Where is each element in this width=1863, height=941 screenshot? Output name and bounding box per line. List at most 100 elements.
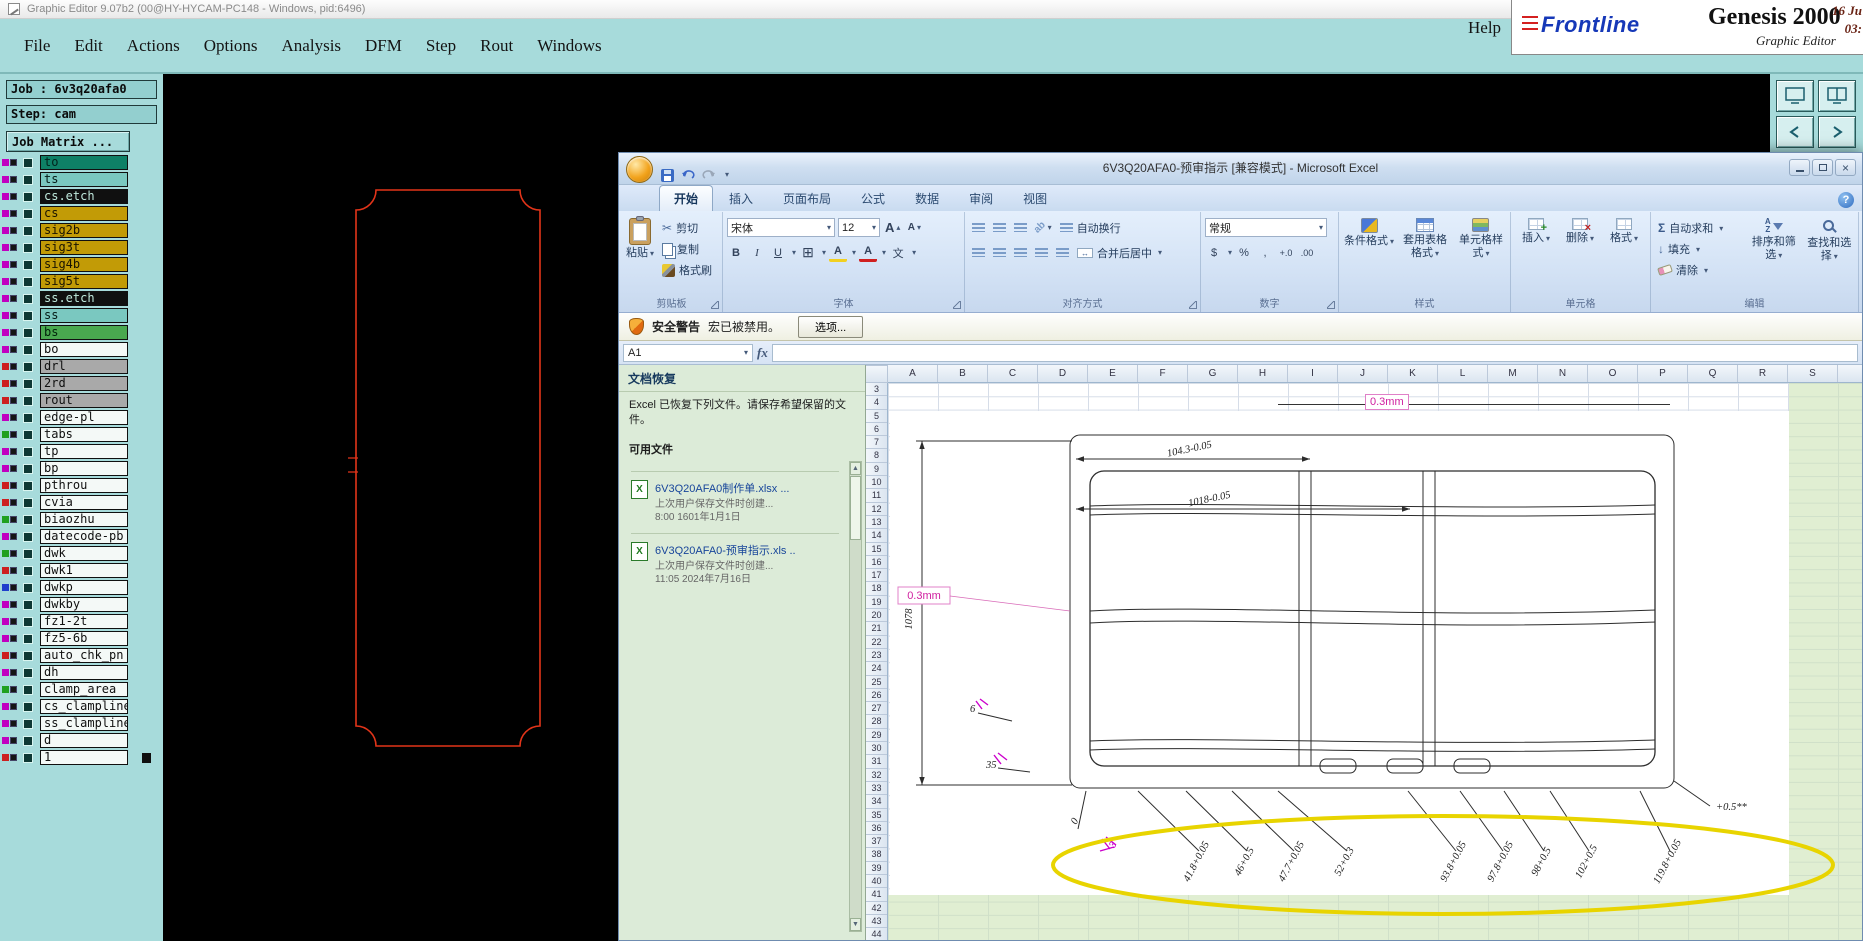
layer-row[interactable]: ss_clampline: [0, 715, 163, 732]
menu-item[interactable]: Actions: [127, 36, 180, 56]
undo-icon[interactable]: [681, 169, 695, 181]
currency-format-button[interactable]: $: [1205, 243, 1223, 262]
row-header[interactable]: 29: [866, 729, 887, 743]
select-all-corner[interactable]: [866, 365, 888, 383]
layer-row[interactable]: fz5-6b: [0, 630, 163, 647]
layer-name[interactable]: cs.etch: [40, 189, 128, 204]
layer-visibility-checkbox[interactable]: [23, 582, 33, 593]
menu-item[interactable]: Edit: [74, 36, 102, 56]
layer-row[interactable]: cs.etch: [0, 188, 163, 205]
layer-visibility-checkbox[interactable]: [23, 684, 33, 695]
cell-styles-button[interactable]: 单元格样式 ▾: [1455, 215, 1507, 296]
layer-visibility-checkbox[interactable]: [23, 259, 33, 270]
cut-button[interactable]: ✂ 剪切: [659, 219, 715, 237]
orientation-button[interactable]: ab ▾: [1032, 218, 1054, 237]
layer-name[interactable]: tabs: [40, 427, 128, 442]
layer-visibility-checkbox[interactable]: [23, 378, 33, 389]
grow-font-button[interactable]: A ▴: [883, 218, 902, 237]
clear-button[interactable]: 清除 ▾: [1655, 261, 1744, 279]
layer-visibility-checkbox[interactable]: [23, 735, 33, 746]
row-header[interactable]: 20: [866, 609, 887, 623]
align-center-button[interactable]: [990, 243, 1008, 262]
layer-visibility-checkbox[interactable]: [23, 514, 33, 525]
layer-name[interactable]: d: [40, 733, 128, 748]
layer-row[interactable]: to: [0, 154, 163, 171]
row-header[interactable]: 22: [866, 636, 887, 649]
layer-row[interactable]: dwkp: [0, 579, 163, 596]
column-header[interactable]: C: [988, 365, 1038, 382]
layer-visibility-checkbox[interactable]: [23, 565, 33, 576]
layer-name[interactable]: dwk1: [40, 563, 128, 578]
bold-button[interactable]: B: [727, 243, 745, 262]
job-matrix-button[interactable]: Job Matrix ...: [6, 131, 130, 152]
row-header[interactable]: 35: [866, 809, 887, 822]
layer-name[interactable]: fz5-6b: [40, 631, 128, 646]
font-size-select[interactable]: 12 ▾: [838, 218, 880, 237]
row-header[interactable]: 18: [866, 582, 887, 596]
layer-row[interactable]: d: [0, 732, 163, 749]
layer-row[interactable]: drl: [0, 358, 163, 375]
comma-format-button[interactable]: ,: [1256, 243, 1274, 262]
row-header[interactable]: 43: [866, 915, 887, 929]
layer-name[interactable]: sig2b: [40, 223, 128, 238]
column-header[interactable]: F: [1138, 365, 1188, 382]
align-bottom-button[interactable]: [1011, 218, 1029, 237]
layer-name[interactable]: ts: [40, 172, 128, 187]
number-format-select[interactable]: 常规 ▾: [1205, 218, 1327, 237]
row-header[interactable]: 12: [866, 503, 887, 516]
insert-cells-button[interactable]: 插入▾: [1515, 215, 1557, 296]
row-header[interactable]: 5: [866, 410, 887, 423]
column-header[interactable]: P: [1638, 365, 1688, 382]
row-header[interactable]: 13: [866, 516, 887, 530]
font-family-select[interactable]: 宋体 ▾: [727, 218, 835, 237]
column-header[interactable]: L: [1438, 365, 1488, 382]
column-header[interactable]: N: [1538, 365, 1588, 382]
layer-row[interactable]: tabs: [0, 426, 163, 443]
number-dialog-launcher[interactable]: [1327, 301, 1335, 309]
layer-visibility-checkbox[interactable]: [23, 412, 33, 423]
row-header[interactable]: 39: [866, 862, 887, 875]
layer-row[interactable]: fz1-2t: [0, 613, 163, 630]
layer-name[interactable]: to: [40, 155, 128, 170]
layer-name[interactable]: biaozhu: [40, 512, 128, 527]
row-header[interactable]: 10: [866, 476, 887, 490]
tab-insert[interactable]: 插入: [715, 186, 767, 211]
layer-row[interactable]: cvia: [0, 494, 163, 511]
layer-name[interactable]: pthrou: [40, 478, 128, 493]
row-header[interactable]: 41: [866, 888, 887, 902]
layer-visibility-checkbox[interactable]: [23, 174, 33, 185]
increase-decimal-button[interactable]: +.0: [1277, 243, 1295, 262]
layer-row[interactable]: bs: [0, 324, 163, 341]
phonetic-button[interactable]: 文: [889, 243, 907, 262]
menu-item[interactable]: Step: [426, 36, 456, 56]
layer-name[interactable]: cvia: [40, 495, 128, 510]
layer-row[interactable]: dwk: [0, 545, 163, 562]
column-header[interactable]: O: [1588, 365, 1638, 382]
format-painter-button[interactable]: 格式刷: [659, 261, 715, 279]
row-header[interactable]: 42: [866, 902, 887, 915]
redo-icon[interactable]: [702, 169, 716, 181]
excel-close-button[interactable]: ×: [1835, 159, 1856, 176]
font-dialog-launcher[interactable]: [953, 301, 961, 309]
row-header[interactable]: 31: [866, 755, 887, 769]
layer-visibility-checkbox[interactable]: [23, 208, 33, 219]
layer-visibility-checkbox[interactable]: [23, 599, 33, 610]
italic-button[interactable]: I: [748, 243, 766, 262]
screen-compare-button[interactable]: [1818, 80, 1856, 112]
layer-visibility-checkbox[interactable]: [23, 650, 33, 661]
menu-item[interactable]: Windows: [537, 36, 601, 56]
spreadsheet-grid[interactable]: 104.3-0.05 1018-0.05 1078 6 35 0 +0.5** …: [888, 383, 1862, 940]
delete-cells-button[interactable]: 删除▾: [1559, 215, 1601, 296]
layer-visibility-checkbox[interactable]: [23, 361, 33, 372]
increase-indent-button[interactable]: [1053, 243, 1071, 262]
layer-visibility-checkbox[interactable]: [23, 463, 33, 474]
layer-row[interactable]: ss: [0, 307, 163, 324]
layer-visibility-checkbox[interactable]: [23, 531, 33, 542]
borders-button[interactable]: ⊞: [799, 243, 817, 262]
row-header[interactable]: 36: [866, 822, 887, 836]
decrease-decimal-button[interactable]: .00: [1298, 243, 1316, 262]
fill-color-button[interactable]: A: [829, 243, 848, 262]
layer-name[interactable]: dwkp: [40, 580, 128, 595]
layer-row[interactable]: 1: [0, 749, 163, 766]
layer-name[interactable]: edge-pl: [40, 410, 128, 425]
